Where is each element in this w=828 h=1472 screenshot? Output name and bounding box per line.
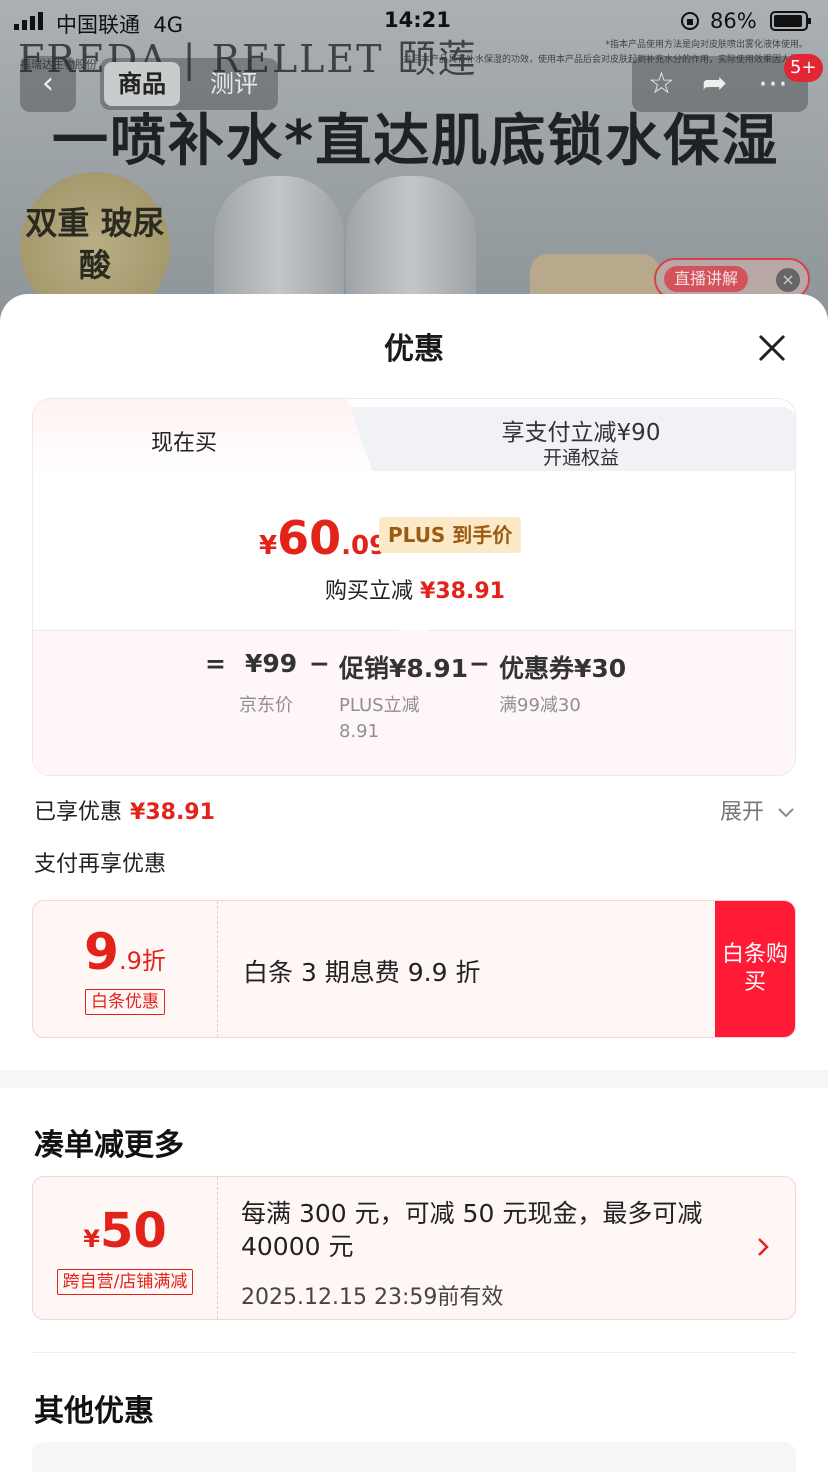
base-price: ¥99 bbox=[245, 649, 298, 678]
tab-plus-line1: 享支付立减¥90 bbox=[501, 420, 661, 446]
tab-plus-line2: 开通权益 bbox=[542, 447, 619, 469]
bundle-section-title: 凑单减更多 bbox=[34, 1128, 184, 1163]
section-separator bbox=[0, 1070, 828, 1088]
divider bbox=[32, 1352, 796, 1353]
coupon-divider bbox=[217, 1177, 218, 1319]
promo-label: PLUS立减 8.91 bbox=[339, 693, 420, 745]
discount-big: 9 bbox=[84, 923, 119, 981]
enjoyed-label: 已享优惠 bbox=[34, 800, 123, 825]
baitiao-buy-button[interactable]: 白条购买 bbox=[715, 901, 795, 1037]
close-icon[interactable]: × bbox=[776, 268, 800, 292]
bundle-tag: 跨自营/店铺满减 bbox=[56, 1269, 194, 1295]
bundle-validity: 2025.12.15 23:59前有效 bbox=[241, 1285, 504, 1310]
offers-sheet: 优惠 享支付立减¥90 开通权益 现在买 ¥60.09 PLUS 到手价 购买立… bbox=[0, 294, 828, 1472]
signal-icon bbox=[14, 12, 43, 30]
baitiao-tag-wrap: 白条优惠 bbox=[33, 989, 217, 1015]
price-currency: ¥ bbox=[259, 531, 278, 561]
bundle-description: 每满 300 元，可减 50 元现金，最多可减 40000 元 bbox=[241, 1199, 703, 1261]
battery-percent: 86% bbox=[710, 9, 757, 33]
price-integer: 60 bbox=[277, 511, 342, 565]
tab-review[interactable]: 测评 bbox=[196, 62, 272, 106]
product-page-background: FREDA | RELLET 颐莲 福瑞达生物股份 *指本产品使用方法是向对皮肤… bbox=[0, 0, 828, 330]
tab-buy-now[interactable]: 现在买 bbox=[33, 399, 373, 473]
right-nav-group: ☆ ➦ ⋯ bbox=[632, 56, 808, 112]
close-icon[interactable] bbox=[752, 328, 792, 368]
buy-reduce-amount: ¥38.91 bbox=[420, 579, 505, 604]
pay-more-heading: 支付再享优惠 bbox=[34, 852, 167, 877]
baitiao-text: 白条 3 期息费 9.9 折 bbox=[243, 958, 481, 987]
base-price-label: 京东价 bbox=[239, 695, 293, 716]
bundle-tag-wrap: 跨自营/店铺满减 bbox=[33, 1269, 217, 1295]
final-price-area: ¥60.09 PLUS 到手价 购买立减 ¥38.91 bbox=[33, 471, 795, 631]
tab-plus-benefit[interactable]: 享支付立减¥90 开通权益 bbox=[345, 407, 795, 471]
share-icon[interactable]: ➦ bbox=[702, 66, 727, 101]
page-tabs: 商品 测评 bbox=[100, 58, 278, 110]
notification-badge: 5+ bbox=[784, 54, 823, 82]
clock: 14:21 bbox=[384, 8, 451, 32]
coupon-divider bbox=[217, 901, 218, 1037]
coupon-label: 满99减30 bbox=[499, 695, 581, 716]
buy-reduce-label: 购买立减 bbox=[325, 579, 414, 604]
baitiao-coupon[interactable]: 9.9折 白条优惠 白条 3 期息费 9.9 折 白条购买 bbox=[32, 900, 796, 1038]
back-button[interactable]: ‹ bbox=[20, 56, 76, 112]
baitiao-tag: 白条优惠 bbox=[85, 989, 165, 1015]
coupon-amount: 优惠券¥30 bbox=[499, 654, 627, 683]
chevron-down-icon bbox=[778, 808, 794, 818]
expand-button[interactable]: 展开 bbox=[720, 794, 795, 826]
bundle-number: 50 bbox=[99, 1203, 167, 1259]
enjoyed-discount: 已享优惠 ¥38.91 bbox=[34, 794, 215, 826]
chevron-right-icon[interactable] bbox=[755, 1235, 771, 1259]
bundle-currency: ¥ bbox=[83, 1225, 100, 1253]
other-offers-title: 其他优惠 bbox=[34, 1394, 154, 1429]
sheet-title: 优惠 bbox=[384, 332, 444, 367]
final-price: ¥60.09 bbox=[259, 511, 387, 565]
status-bar: 中国联通 4G 14:21 86% bbox=[0, 0, 828, 44]
equals-sign: = bbox=[205, 649, 226, 678]
tab-product[interactable]: 商品 bbox=[104, 62, 180, 106]
star-icon[interactable]: ☆ bbox=[648, 66, 675, 101]
buy-reduce-line: 购买立减 ¥38.91 bbox=[33, 573, 795, 605]
promo-amount: 促销¥8.91 bbox=[339, 654, 469, 683]
bundle-amount: ¥50 bbox=[33, 1203, 217, 1259]
expand-label: 展开 bbox=[720, 800, 765, 825]
plus-price-tag: PLUS 到手价 bbox=[379, 517, 522, 553]
price-card: 享支付立减¥90 开通权益 现在买 ¥60.09 PLUS 到手价 购买立减 ¥… bbox=[32, 398, 796, 776]
live-explain-label: 直播讲解 bbox=[664, 266, 749, 292]
other-offer-card[interactable] bbox=[32, 1442, 796, 1472]
price-breakdown: = ¥99 − 促销¥8.91 − 优惠券¥30 京东价 PLUS立减 8.91… bbox=[33, 631, 795, 775]
battery-icon bbox=[770, 11, 811, 31]
rotation-lock-icon bbox=[681, 12, 699, 30]
minus-sign: − bbox=[309, 649, 330, 678]
minus-sign: − bbox=[469, 649, 490, 678]
bundle-coupon[interactable]: ¥50 跨自营/店铺满减 每满 300 元，可减 50 元现金，最多可减 400… bbox=[32, 1176, 796, 1320]
baitiao-discount: 9.9折 bbox=[33, 923, 217, 981]
carrier-label: 中国联通 4G bbox=[56, 13, 183, 37]
enjoyed-amount: ¥38.91 bbox=[130, 800, 215, 825]
tab-buy-now-label: 现在买 bbox=[151, 431, 218, 456]
promo-label-line1: PLUS立减 bbox=[339, 695, 420, 716]
chevron-left-icon: ‹ bbox=[42, 66, 54, 101]
promo-label-line2: 8.91 bbox=[339, 721, 380, 742]
discount-small: .9折 bbox=[118, 947, 166, 975]
